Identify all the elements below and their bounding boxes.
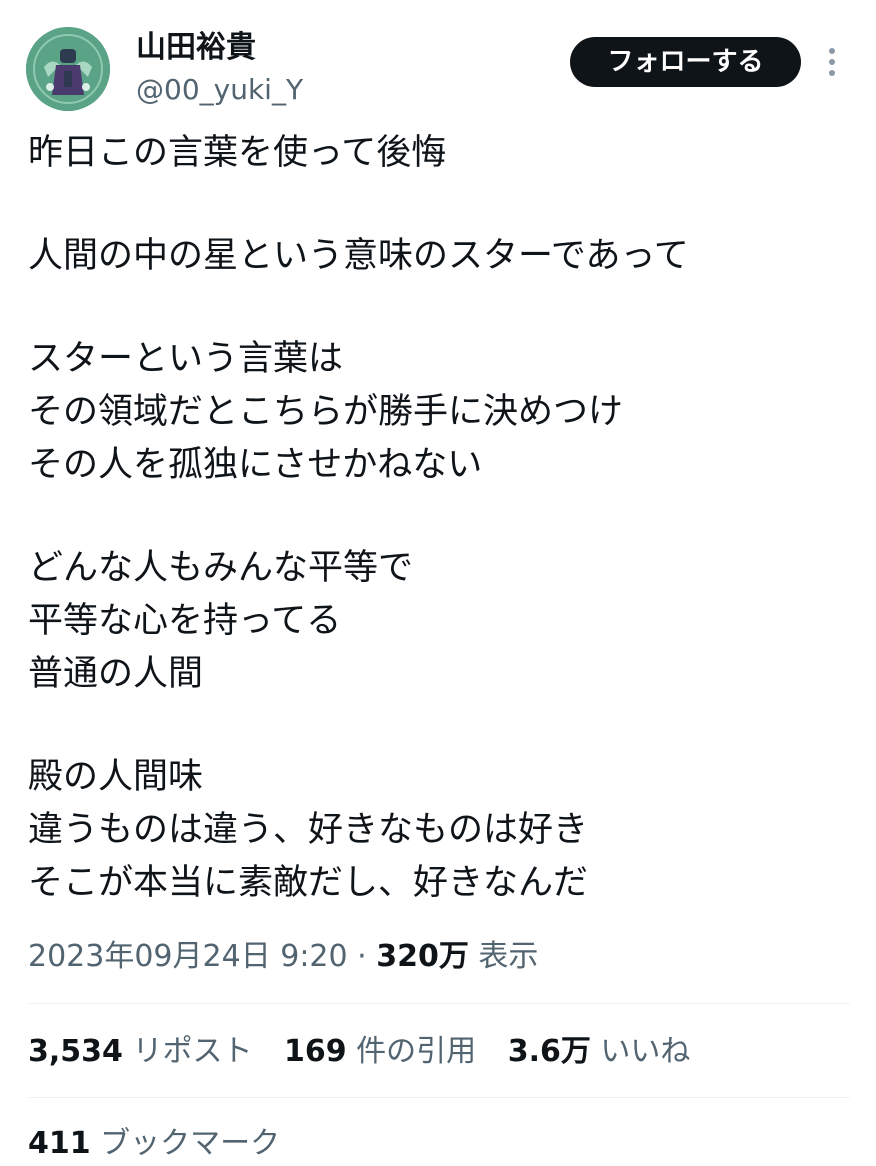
- more-vertical-icon[interactable]: [822, 46, 842, 78]
- reposts-count: 3,534: [28, 1034, 123, 1069]
- display-name[interactable]: 山田裕貴: [136, 30, 256, 66]
- engagement-stats: 3,534 リポスト 169 件の引用 3.6万 いいね: [28, 1030, 712, 1074]
- avatar-image: [26, 27, 110, 111]
- tweet-line: そこが本当に素敵だし、好きなんだ: [28, 863, 589, 903]
- follow-button[interactable]: フォローする: [570, 37, 801, 87]
- bookmarks-stat[interactable]: 411 ブックマーク: [28, 1122, 280, 1166]
- divider-bottom: [28, 1097, 850, 1098]
- tweet-datetime[interactable]: 2023年09月24日 9:20: [28, 939, 348, 974]
- tweet-line: 人間の中の星という意味のスターであって: [28, 236, 689, 276]
- tweet-line: 昨日この言葉を使って後悔: [28, 133, 447, 173]
- quotes-stat[interactable]: 169 件の引用: [284, 1034, 476, 1069]
- reposts-label: リポスト: [132, 1034, 253, 1069]
- bookmarks-count: 411: [28, 1126, 91, 1161]
- tweet-line: 違うものは違う、好きなものは好き: [28, 810, 589, 850]
- tweet-line: 殿の人間味: [28, 757, 204, 797]
- tweet-header: 山田裕貴 @00_yuki_Y フォローする: [0, 0, 876, 120]
- tweet-line: その領域だとこちらが勝手に決めつけ: [28, 392, 624, 432]
- tweet-line: 普通の人間: [28, 654, 204, 694]
- likes-label: いいね: [600, 1034, 691, 1069]
- quotes-count: 169: [284, 1034, 347, 1069]
- tweet-line: スターという言葉は: [28, 339, 344, 379]
- bookmarks-label: ブックマーク: [100, 1126, 281, 1161]
- likes-stat[interactable]: 3.6万 いいね: [508, 1034, 691, 1069]
- likes-count: 3.6万: [507, 1034, 591, 1069]
- reposts-stat[interactable]: 3,534 リポスト: [28, 1034, 252, 1069]
- quotes-label: 件の引用: [356, 1034, 477, 1069]
- user-handle[interactable]: @00_yuki_Y: [136, 73, 303, 107]
- tweet-text: 昨日この言葉を使って後悔人間の中の星という意味のスターであって スターという言葉は…: [28, 127, 858, 910]
- views-label: 表示: [478, 939, 539, 974]
- profile-avatar[interactable]: [26, 27, 110, 111]
- tweet-line: 平等な心を持ってる: [28, 601, 342, 641]
- tweet-meta: 2023年09月24日 9:20 · 320万 表示: [28, 935, 538, 979]
- tweet-line: どんな人もみんな平等で: [28, 548, 414, 588]
- views-count: 320万: [376, 939, 469, 974]
- divider-top: [28, 1003, 850, 1004]
- meta-separator: ·: [347, 939, 377, 974]
- tweet-line: その人を孤独にさせかねない: [28, 445, 483, 485]
